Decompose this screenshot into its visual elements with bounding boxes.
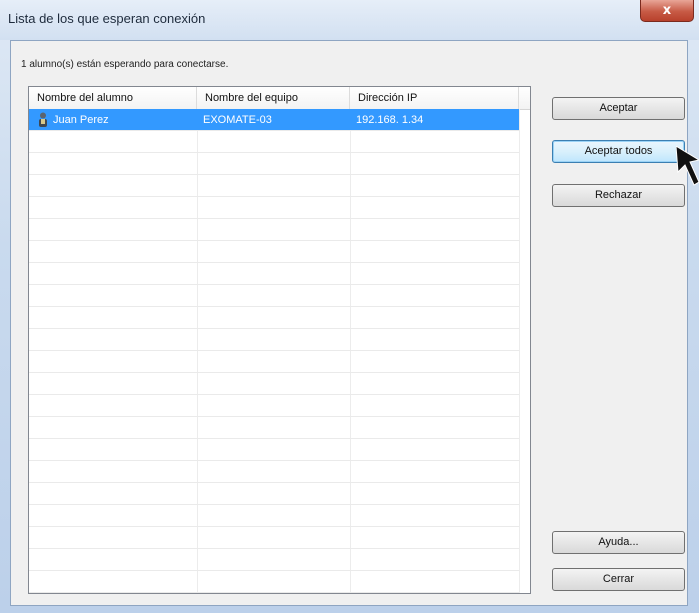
ip-address-cell: 192.168. 1.34 xyxy=(356,114,424,126)
table-row[interactable]: Juan Perez EXOMATE-03 192.168. 1.34 xyxy=(29,109,519,131)
help-button[interactable]: Ayuda... xyxy=(552,531,685,554)
window-close-button[interactable]: x xyxy=(640,0,694,22)
student-name-cell: Juan Perez xyxy=(53,114,109,126)
window-title: Lista de los que esperan conexión xyxy=(8,11,206,26)
waiting-status-text: 1 alumno(s) están esperando para conecta… xyxy=(21,59,229,70)
close-icon: x xyxy=(662,3,672,18)
list-item xyxy=(29,307,519,329)
accept-all-button[interactable]: Aceptar todos xyxy=(552,140,685,163)
list-item xyxy=(29,197,519,219)
dialog-window: Lista de los que esperan conexión x 1 al… xyxy=(0,0,699,613)
list-item xyxy=(29,417,519,439)
computer-name-cell: EXOMATE-03 xyxy=(203,114,272,126)
list-item xyxy=(29,483,519,505)
list-item xyxy=(29,285,519,307)
list-item xyxy=(29,153,519,175)
list-item xyxy=(29,263,519,285)
accept-button[interactable]: Aceptar xyxy=(552,97,685,120)
list-item xyxy=(29,175,519,197)
list-item xyxy=(29,373,519,395)
column-header-computer-name[interactable]: Nombre del equipo xyxy=(197,87,350,109)
column-header-student-name[interactable]: Nombre del alumno xyxy=(29,87,197,109)
list-item xyxy=(29,461,519,483)
close-button[interactable]: Cerrar xyxy=(552,568,685,591)
list-item xyxy=(29,549,519,571)
mouse-pointer-icon xyxy=(676,146,699,186)
list-item xyxy=(29,351,519,373)
list-item xyxy=(29,219,519,241)
column-header-ip-address[interactable]: Dirección IP xyxy=(350,87,519,109)
column-divider xyxy=(519,109,520,593)
waiting-students-list[interactable]: Nombre del alumno Nombre del equipo Dire… xyxy=(28,86,531,594)
list-item xyxy=(29,439,519,461)
list-item xyxy=(29,395,519,417)
reject-button[interactable]: Rechazar xyxy=(552,184,685,207)
list-item xyxy=(29,329,519,351)
list-header: Nombre del alumno Nombre del equipo Dire… xyxy=(29,87,530,110)
list-item xyxy=(29,571,519,593)
list-item xyxy=(29,527,519,549)
list-item xyxy=(29,131,519,153)
user-icon xyxy=(39,112,47,127)
list-item xyxy=(29,505,519,527)
title-bar[interactable]: Lista de los que esperan conexión x xyxy=(0,0,699,40)
list-item xyxy=(29,241,519,263)
